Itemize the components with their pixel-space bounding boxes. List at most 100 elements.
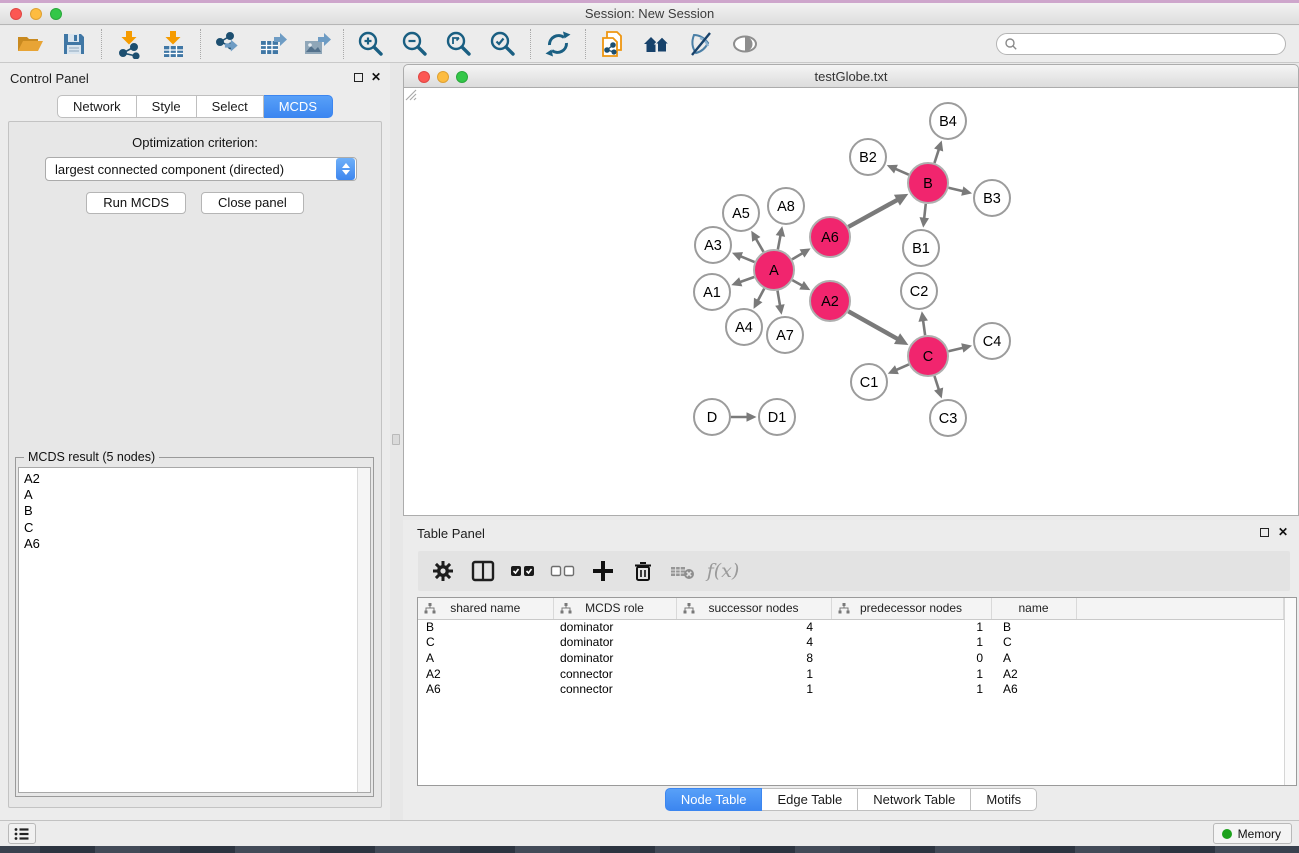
mcds-result-list[interactable]: A2ABCA6 — [18, 467, 371, 793]
graph-edge-A-A4[interactable] — [758, 289, 764, 301]
cell-successor-nodes[interactable]: 8 — [676, 651, 831, 667]
cell-predecessor-nodes[interactable]: 1 — [831, 667, 991, 683]
cell-predecessor-nodes[interactable]: 1 — [831, 635, 991, 651]
cell-shared-name[interactable]: A6 — [418, 682, 553, 698]
optimization-select[interactable]: largest connected component (directed) — [45, 157, 357, 181]
table-row-a[interactable]: Adominator80A — [418, 651, 1284, 667]
column-header-predecessor-nodes[interactable]: predecessor nodes — [831, 598, 991, 619]
network-from-selection-icon[interactable] — [598, 29, 628, 59]
cell-successor-nodes[interactable]: 1 — [676, 682, 831, 698]
add-row-icon[interactable] — [590, 558, 616, 584]
tab-motifs[interactable]: Motifs — [971, 788, 1037, 811]
node-table[interactable]: shared nameMCDS rolesuccessor nodesprede… — [417, 597, 1297, 786]
task-history-button[interactable] — [8, 823, 36, 844]
import-network-icon[interactable] — [114, 29, 144, 59]
graph-edge-C-C4[interactable] — [948, 348, 963, 351]
refresh-view-icon[interactable] — [543, 29, 573, 59]
tab-node-table[interactable]: Node Table — [665, 788, 763, 811]
first-neighbors-icon[interactable] — [642, 29, 672, 59]
table-row-a6[interactable]: A6connector11A6 — [418, 682, 1284, 698]
graph-edge-A-A6[interactable] — [792, 253, 803, 259]
delete-rows-icon[interactable] — [630, 558, 656, 584]
graph-edge-A-A2[interactable] — [792, 280, 802, 286]
cell-shared-name[interactable]: C — [418, 635, 553, 651]
cell-predecessor-nodes[interactable]: 1 — [831, 682, 991, 698]
graph-edge-C-C1[interactable] — [896, 364, 909, 370]
zoom-selected-icon[interactable] — [488, 29, 518, 59]
cell-successor-nodes[interactable]: 1 — [676, 667, 831, 683]
cell-mcds-role[interactable]: connector — [553, 682, 676, 698]
graph-edge-C-C3[interactable] — [934, 376, 938, 390]
search-field[interactable] — [996, 33, 1286, 55]
tab-mcds[interactable]: MCDS — [264, 95, 333, 118]
table-row-c[interactable]: Cdominator41C — [418, 635, 1284, 651]
graph-edge-A6-B[interactable] — [848, 200, 897, 227]
cell-successor-nodes[interactable]: 4 — [676, 635, 831, 651]
import-table-icon[interactable] — [158, 29, 188, 59]
result-list-scrollbar[interactable] — [357, 468, 370, 792]
select-all-icon[interactable] — [510, 558, 536, 584]
result-item-b[interactable]: B — [19, 503, 370, 519]
float-table-panel-icon[interactable] — [1260, 528, 1269, 537]
tab-network-table[interactable]: Network Table — [858, 788, 971, 811]
hide-labels-icon[interactable] — [686, 29, 716, 59]
table-row-a2[interactable]: A2connector11A2 — [418, 667, 1284, 683]
save-session-icon[interactable] — [59, 29, 89, 59]
cell-name[interactable]: C — [991, 635, 1076, 651]
zoom-fit-icon[interactable] — [444, 29, 474, 59]
float-panel-icon[interactable] — [354, 73, 363, 82]
cell-name[interactable]: A6 — [991, 682, 1076, 698]
cell-predecessor-nodes[interactable]: 0 — [831, 651, 991, 667]
result-item-a6[interactable]: A6 — [19, 536, 370, 552]
graph-edge-B-B2[interactable] — [895, 169, 909, 175]
export-table-icon[interactable] — [257, 29, 287, 59]
result-item-a[interactable]: A — [19, 487, 370, 503]
graph-edge-A-A3[interactable] — [740, 256, 754, 262]
cell-mcds-role[interactable]: dominator — [553, 635, 676, 651]
column-header-shared-name[interactable]: shared name — [418, 598, 553, 619]
tab-style[interactable]: Style — [137, 95, 197, 118]
graph-edge-A-A8[interactable] — [778, 235, 781, 249]
column-header-name[interactable]: name — [991, 598, 1076, 619]
cell-name[interactable]: B — [991, 619, 1076, 635]
graph-edge-A2-C[interactable] — [848, 311, 898, 339]
panel-splitter[interactable] — [390, 63, 403, 820]
graph-edge-A-A5[interactable] — [756, 239, 764, 252]
splitter-grip[interactable] — [392, 434, 400, 445]
settings-icon[interactable] — [430, 558, 456, 584]
close-panel-button[interactable]: Close panel — [201, 192, 304, 214]
cell-shared-name[interactable]: B — [418, 619, 553, 635]
node-table-header[interactable]: shared nameMCDS rolesuccessor nodesprede… — [418, 598, 1284, 619]
graphics-details-icon[interactable] — [730, 29, 760, 59]
cell-shared-name[interactable]: A — [418, 651, 553, 667]
graph-edge-A-A7[interactable] — [778, 291, 781, 306]
table-row-b[interactable]: Bdominator41B — [418, 619, 1284, 635]
graph-edge-B-B4[interactable] — [934, 149, 938, 163]
result-item-c[interactable]: C — [19, 520, 370, 536]
cell-shared-name[interactable]: A2 — [418, 667, 553, 683]
tab-network[interactable]: Network — [57, 95, 137, 118]
tab-edge-table[interactable]: Edge Table — [762, 788, 858, 811]
zoom-in-icon[interactable] — [356, 29, 386, 59]
cell-mcds-role[interactable]: dominator — [553, 619, 676, 635]
network-window-titlebar[interactable]: testGlobe.txt — [403, 64, 1299, 88]
graph-edge-A-A1[interactable] — [740, 277, 754, 282]
zoom-out-icon[interactable] — [400, 29, 430, 59]
cell-successor-nodes[interactable]: 4 — [676, 619, 831, 635]
cell-mcds-role[interactable]: connector — [553, 667, 676, 683]
cell-name[interactable]: A — [991, 651, 1076, 667]
column-header-mcds-role[interactable]: MCDS role — [553, 598, 676, 619]
graph-edge-B-B3[interactable] — [948, 188, 963, 191]
cell-name[interactable]: A2 — [991, 667, 1076, 683]
delete-table-icon[interactable] — [670, 558, 696, 584]
run-mcds-button[interactable]: Run MCDS — [86, 192, 186, 214]
cell-mcds-role[interactable]: dominator — [553, 651, 676, 667]
resize-grip-icon[interactable] — [404, 88, 417, 101]
close-table-panel-icon[interactable]: ✕ — [1278, 525, 1288, 539]
network-graph[interactable]: AA1A2A3A4A5A6A7A8BB1B2B3B4CC1C2C3C4DD1 — [404, 88, 1298, 514]
function-builder-icon[interactable]: f(x) — [710, 558, 736, 584]
tab-select[interactable]: Select — [197, 95, 264, 118]
result-item-a2[interactable]: A2 — [19, 471, 370, 487]
close-panel-icon[interactable]: ✕ — [371, 70, 381, 84]
column-header-successor-nodes[interactable]: successor nodes — [676, 598, 831, 619]
